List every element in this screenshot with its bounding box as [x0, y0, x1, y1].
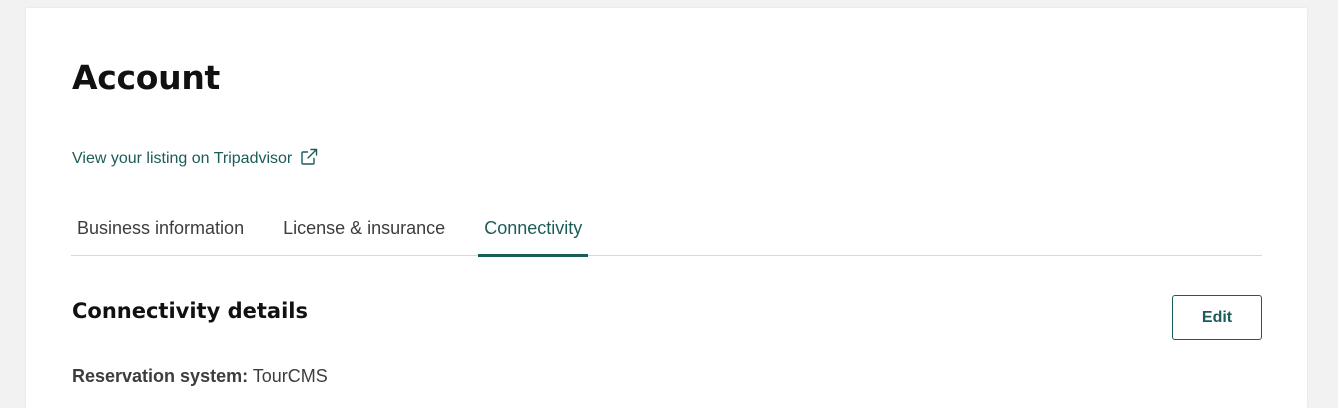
reservation-system-label: Reservation system: — [72, 366, 249, 386]
tab-license-insurance[interactable]: License & insurance — [277, 209, 451, 256]
view-listing-label: View your listing on Tripadvisor — [72, 150, 293, 167]
reservation-system-value: TourCMS — [252, 366, 328, 386]
external-link-icon — [300, 148, 318, 166]
account-card: Account View your listing on Tripadvisor… — [26, 8, 1307, 408]
edit-button[interactable]: Edit — [1172, 295, 1262, 340]
view-listing-link[interactable]: View your listing on Tripadvisor — [72, 148, 318, 169]
account-tabs: Business information License & insurance… — [71, 209, 1262, 257]
tab-connectivity[interactable]: Connectivity — [478, 209, 589, 257]
section-title: Connectivity details — [72, 299, 308, 323]
tab-business-information[interactable]: Business information — [71, 209, 250, 256]
reservation-system-row: Reservation system: TourCMS — [72, 365, 328, 387]
page-title: Account — [72, 58, 220, 97]
